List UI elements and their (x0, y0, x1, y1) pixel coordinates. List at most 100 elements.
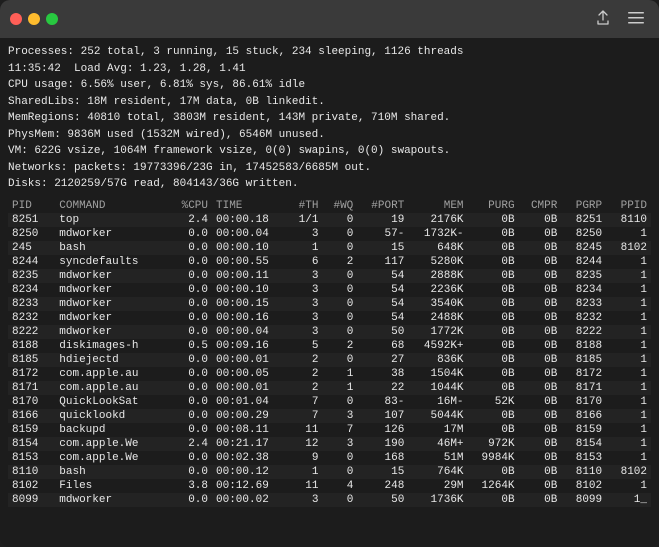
cell-cpu: 0.0 (167, 269, 212, 283)
cell-mem: 836K (408, 353, 467, 367)
cell-pgrp: 8170 (561, 395, 606, 409)
cell-cpu: 0.0 (167, 367, 212, 381)
cell-wq: 4 (322, 479, 357, 493)
stat-line: SharedLibs: 18M resident, 17M data, 0B l… (8, 94, 651, 111)
cell-wq: 0 (322, 213, 357, 227)
cell-port: 19 (357, 213, 408, 227)
cell-pid: 8099 (8, 493, 55, 507)
cell-wq: 0 (322, 395, 357, 409)
cell-th: 11 (288, 423, 323, 437)
cell-mem: 2488K (408, 311, 467, 325)
cell-time: 00:00.11 (212, 269, 288, 283)
table-row[interactable]: 8166quicklookd0.000:00.29731075044K0B0B8… (8, 409, 651, 423)
cell-ppid: 1 (606, 451, 651, 465)
cell-purg: 0B (468, 241, 519, 255)
cell-wq: 0 (322, 227, 357, 241)
col-header-cmpr: CMPR (519, 199, 562, 213)
cell-ppid: 1 (606, 353, 651, 367)
cell-port: 22 (357, 381, 408, 395)
table-row[interactable]: 8234mdworker0.000:00.1030542236K0B0B8234… (8, 283, 651, 297)
cell-cmpr: 0B (519, 297, 562, 311)
cell-mem: 764K (408, 465, 467, 479)
cell-ppid: 1 (606, 381, 651, 395)
table-row[interactable]: 8159backupd0.000:08.1111712617M0B0B81591 (8, 423, 651, 437)
cell-pid: 8154 (8, 437, 55, 451)
table-row[interactable]: 8244syncdefaults0.000:00.55621175280K0B0… (8, 255, 651, 269)
col-header-pgrp: PGRP (561, 199, 606, 213)
table-row[interactable]: 8171com.apple.au0.000:00.0121221044K0B0B… (8, 381, 651, 395)
cell-cpu: 0.0 (167, 255, 212, 269)
cell-ppid: 1 (606, 339, 651, 353)
cell-cpu: 0.5 (167, 339, 212, 353)
cell-port: 54 (357, 297, 408, 311)
table-row[interactable]: 8172com.apple.au0.000:00.0521381504K0B0B… (8, 367, 651, 381)
cell-cmpr: 0B (519, 395, 562, 409)
cell-purg: 0B (468, 409, 519, 423)
cell-cpu: 0.0 (167, 381, 212, 395)
cell-purg: 0B (468, 423, 519, 437)
cell-command: syncdefaults (55, 255, 167, 269)
cell-cpu: 0.0 (167, 227, 212, 241)
cell-command: QuickLookSat (55, 395, 167, 409)
cell-pgrp: 8102 (561, 479, 606, 493)
table-row[interactable]: 8154com.apple.We2.400:21.1712319046M+972… (8, 437, 651, 451)
table-row[interactable]: 8250mdworker0.000:00.043057-1732K-0B0B82… (8, 227, 651, 241)
minimize-button[interactable] (28, 13, 40, 25)
cell-command: backupd (55, 423, 167, 437)
cell-pid: 8232 (8, 311, 55, 325)
cell-ppid: 1 (606, 409, 651, 423)
cell-mem: 1736K (408, 493, 467, 507)
table-row[interactable]: 8185hdiejectd0.000:00.012027836K0B0B8185… (8, 353, 651, 367)
cell-cmpr: 0B (519, 367, 562, 381)
cell-pid: 8159 (8, 423, 55, 437)
cell-mem: 1504K (408, 367, 467, 381)
cell-time: 00:00.05 (212, 367, 288, 381)
table-row[interactable]: 8235mdworker0.000:00.1130542888K0B0B8235… (8, 269, 651, 283)
cell-ppid: 1 (606, 311, 651, 325)
table-row[interactable]: 8153com.apple.We0.000:02.389016851M9984K… (8, 451, 651, 465)
cell-pgrp: 8153 (561, 451, 606, 465)
col-header-pid: PID (8, 199, 55, 213)
table-row[interactable]: 245bash0.000:00.101015648K0B0B82458102 (8, 241, 651, 255)
cell-purg: 972K (468, 437, 519, 451)
cell-th: 7 (288, 409, 323, 423)
cell-port: 50 (357, 325, 408, 339)
table-row[interactable]: 8232mdworker0.000:00.1630542488K0B0B8232… (8, 311, 651, 325)
table-row[interactable]: 8188diskimages-h0.500:09.1652684592K+0B0… (8, 339, 651, 353)
cell-cmpr: 0B (519, 213, 562, 227)
cell-pid: 8110 (8, 465, 55, 479)
close-button[interactable] (10, 13, 22, 25)
table-row[interactable]: 8110bash0.000:00.121015764K0B0B81108102 (8, 465, 651, 479)
cell-port: 168 (357, 451, 408, 465)
share-button[interactable] (591, 8, 615, 31)
cell-pid: 8102 (8, 479, 55, 493)
stat-line: VM: 622G vsize, 1064M framework vsize, 0… (8, 143, 651, 160)
cell-time: 00:02.38 (212, 451, 288, 465)
stat-line: 11:35:42 Load Avg: 1.23, 1.28, 1.41 (8, 61, 651, 78)
table-row[interactable]: 8233mdworker0.000:00.1530543540K0B0B8233… (8, 297, 651, 311)
cell-cmpr: 0B (519, 325, 562, 339)
col-header-cpu: %CPU (167, 199, 212, 213)
table-row[interactable]: 8099mdworker0.000:00.0230501736K0B0B8099… (8, 493, 651, 507)
cell-cpu: 0.0 (167, 409, 212, 423)
cell-port: 57- (357, 227, 408, 241)
cell-cmpr: 0B (519, 479, 562, 493)
cell-mem: 2176K (408, 213, 467, 227)
table-row[interactable]: 8222mdworker0.000:00.0430501772K0B0B8222… (8, 325, 651, 339)
cell-purg: 0B (468, 255, 519, 269)
table-row[interactable]: 8170QuickLookSat0.000:01.047083-16M-52K0… (8, 395, 651, 409)
cell-cmpr: 0B (519, 353, 562, 367)
table-row[interactable]: 8102Files3.800:12.6911424829M1264K0B8102… (8, 479, 651, 493)
cell-mem: 5280K (408, 255, 467, 269)
cell-pid: 8166 (8, 409, 55, 423)
cell-time: 00:01.04 (212, 395, 288, 409)
maximize-button[interactable] (46, 13, 58, 25)
table-row[interactable]: 8251top2.400:00.181/10192176K0B0B8251811… (8, 213, 651, 227)
cell-time: 00:21.17 (212, 437, 288, 451)
cell-port: 15 (357, 241, 408, 255)
cell-pgrp: 8222 (561, 325, 606, 339)
cell-pgrp: 8166 (561, 409, 606, 423)
cell-port: 68 (357, 339, 408, 353)
menu-button[interactable] (623, 9, 649, 29)
cell-cpu: 2.4 (167, 437, 212, 451)
